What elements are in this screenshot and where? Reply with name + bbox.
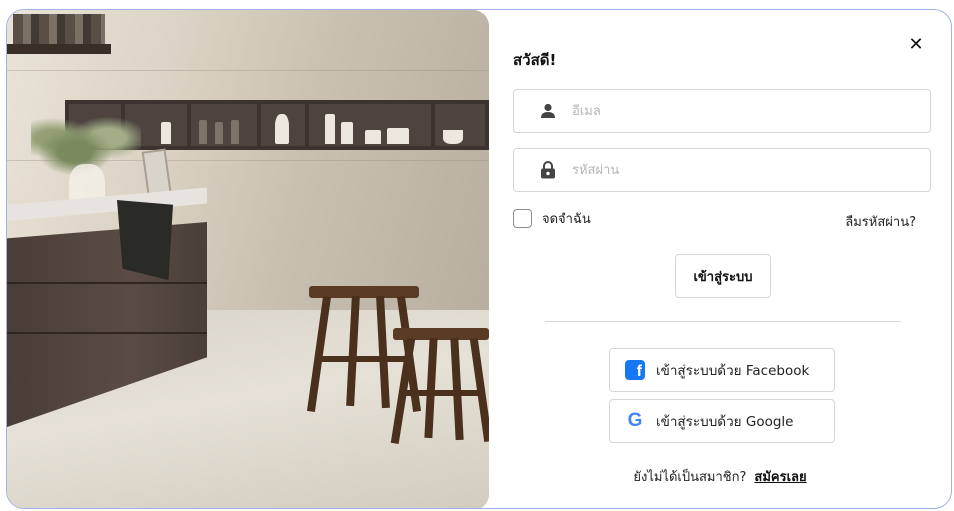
password-input[interactable] <box>572 162 930 178</box>
photo-wall-line <box>7 70 489 71</box>
photo-shelf-items <box>13 14 105 44</box>
user-icon <box>536 99 560 123</box>
photo-top-shelf <box>7 44 111 54</box>
signup-question: ยังไม่ได้เป็นสมาชิก? <box>633 470 747 485</box>
login-button[interactable]: เข้าสู่ระบบ <box>675 254 771 298</box>
kitchen-photo <box>7 10 489 508</box>
signup-link[interactable]: สมัครเลย <box>754 470 806 485</box>
google-login-button[interactable]: G เข้าสู่ระบบด้วย Google <box>609 399 835 443</box>
facebook-login-button[interactable]: f เข้าสู่ระบบด้วย Facebook <box>609 348 835 392</box>
email-field[interactable] <box>513 89 931 133</box>
google-login-label: เข้าสู่ระบบด้วย Google <box>656 414 794 430</box>
facebook-login-label: เข้าสู่ระบบด้วย Facebook <box>656 363 810 379</box>
google-icon: G <box>627 410 643 431</box>
signup-row: ยังไม่ได้เป็นสมาชิก? สมัครเลย <box>7 466 951 487</box>
email-input[interactable] <box>572 103 930 119</box>
facebook-icon: f <box>624 359 646 381</box>
remember-checkbox[interactable] <box>513 209 532 228</box>
forgot-password-link[interactable]: ลืมรหัสผ่าน? <box>845 211 916 232</box>
remember-me[interactable]: จดจำฉัน <box>513 208 591 229</box>
close-button[interactable]: ✕ <box>904 32 928 56</box>
lock-icon <box>536 158 560 182</box>
remember-label: จดจำฉัน <box>542 212 591 227</box>
photo-towel <box>117 200 173 280</box>
password-field[interactable] <box>513 148 931 192</box>
login-modal: สวัสดี! ✕ จดจำฉัน ลืมรหัสผ่าน? เข้าสู่ระ… <box>6 9 952 509</box>
greeting-title: สวัสดี! <box>513 51 557 69</box>
close-icon[interactable]: ✕ <box>908 34 923 55</box>
photo-stool <box>390 328 489 448</box>
divider <box>545 321 901 322</box>
